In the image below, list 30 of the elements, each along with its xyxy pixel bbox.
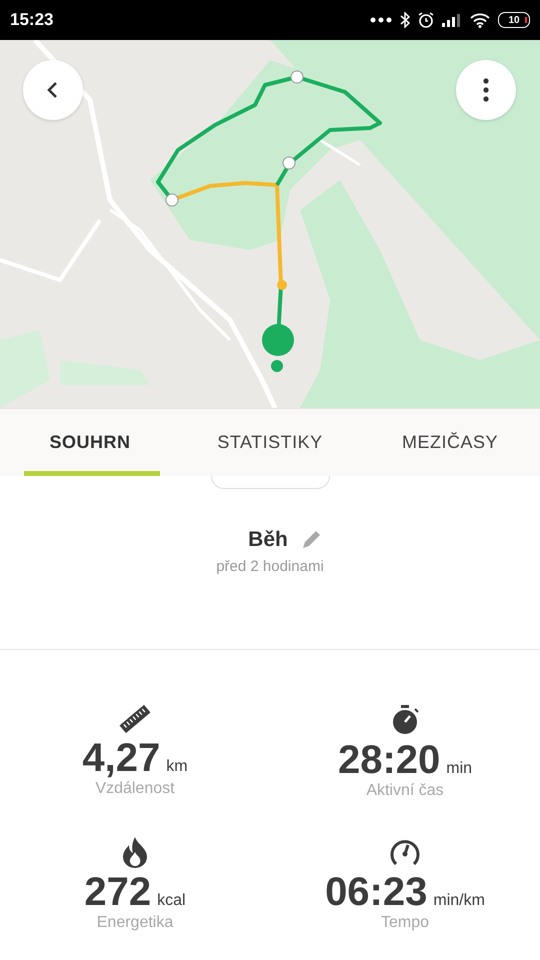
alarm-icon: [418, 12, 434, 28]
stat-value: 272: [84, 870, 152, 914]
stat-label: Tempo: [380, 914, 430, 932]
pill-button[interactable]: [211, 476, 330, 489]
more-icon: [483, 78, 489, 102]
stat-unit: km: [166, 758, 188, 776]
wifi-icon: [470, 12, 490, 28]
tab[interactable]: MEZIČASY: [360, 409, 540, 476]
stat-unit: min: [446, 760, 472, 778]
bluetooth-icon: [400, 12, 410, 28]
back-icon: [46, 81, 60, 99]
activity-time: před 2 hodinami: [216, 558, 324, 575]
clock: 15:23: [10, 10, 54, 30]
more-icon: [370, 16, 392, 24]
tab[interactable]: SOUHRN: [0, 409, 180, 476]
stat-unit: min/km: [433, 892, 485, 910]
stat-value: 4,27: [82, 736, 160, 780]
stat-value: 06:23: [325, 870, 428, 914]
tab[interactable]: STATISTIKY: [180, 409, 360, 476]
stat-label: Energetika: [96, 914, 174, 932]
stat-value: 28:20: [338, 738, 440, 782]
flame-icon: [121, 836, 149, 868]
stat-unit: kcal: [157, 892, 186, 910]
stat-label: Vzdálenost: [95, 780, 175, 798]
signal-icon: [442, 13, 462, 27]
activity-title: Běh: [248, 528, 288, 552]
stat-label: Aktivní čas: [366, 782, 444, 800]
ruler-icon: [117, 704, 153, 734]
battery-indicator: 10: [498, 12, 530, 28]
stopwatch-icon: [390, 704, 420, 736]
